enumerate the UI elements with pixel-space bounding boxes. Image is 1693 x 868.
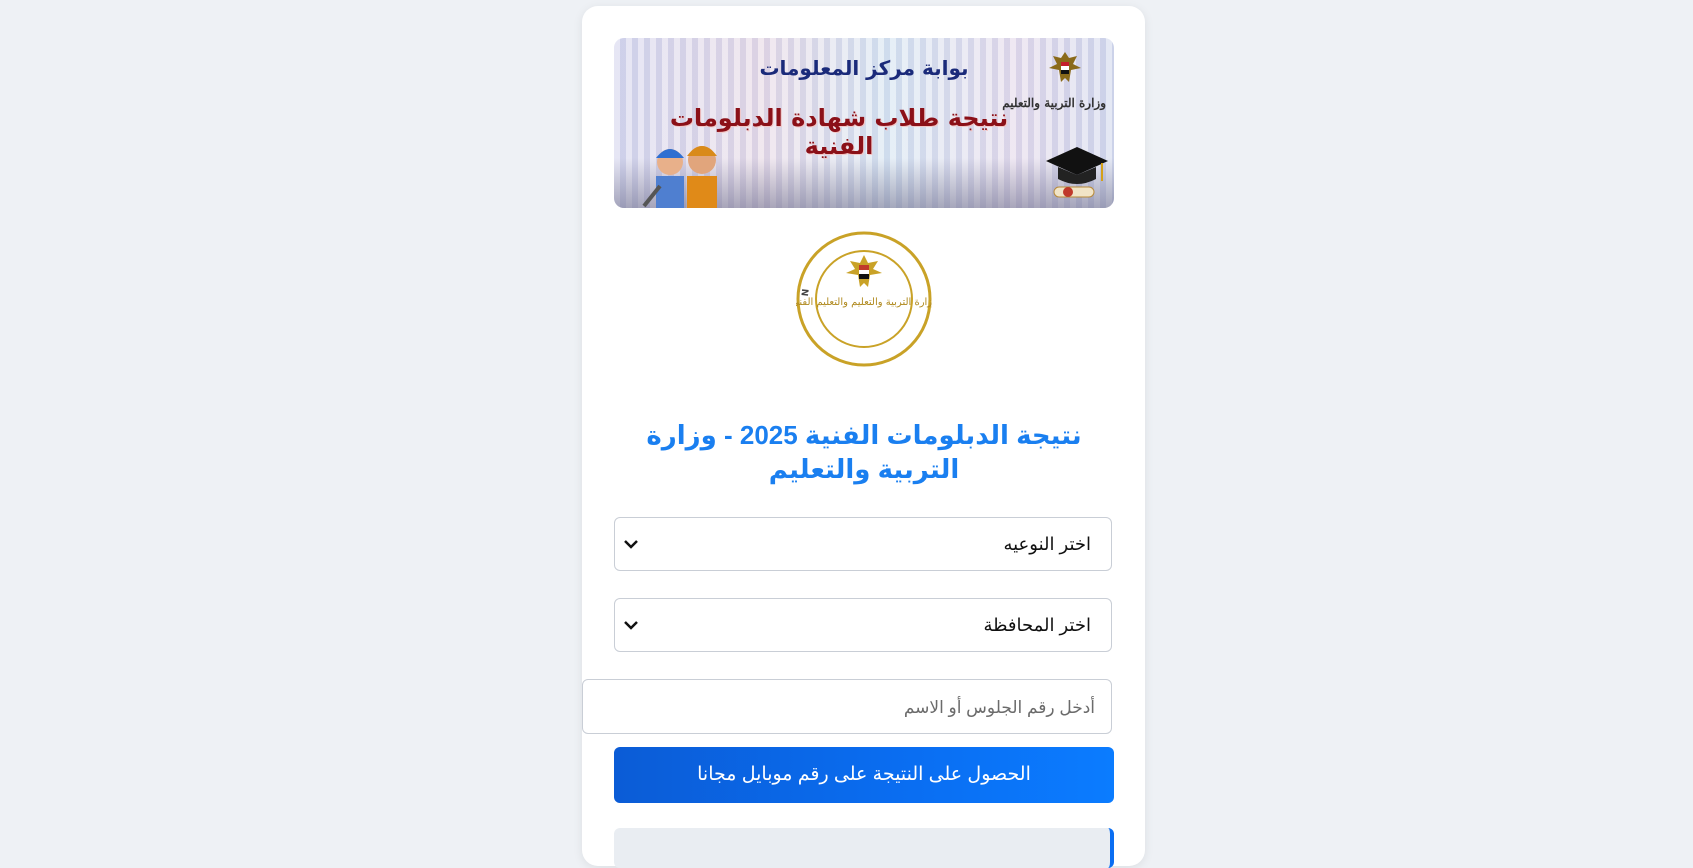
banner-ministry-text: وزارة التربية والتعليم (1002, 96, 1106, 110)
type-select[interactable]: اختر النوعيه (614, 517, 1112, 571)
ministry-seal-icon: MINISTRY OF EDUCATION AND TECHNICAL EDUC… (796, 231, 932, 367)
search-input[interactable]: أدخل رقم الجلوس أو الاسم (582, 679, 1112, 734)
graduation-cap-icon (1046, 147, 1108, 198)
page-title: نتيجة الدبلومات الفنية 2025 - وزارة التر… (646, 420, 1082, 484)
eagle-emblem-icon (1034, 48, 1096, 130)
seal-arabic-text: وزارة التربية والتعليم والتعليم الفني (796, 297, 932, 308)
chevron-down-icon (624, 540, 638, 549)
chevron-down-icon (624, 621, 638, 630)
type-select-label: اختر النوعيه (1003, 534, 1091, 554)
governorate-select-label: اختر المحافظة (983, 615, 1091, 635)
result-card: بوابة مركز المعلومات نتيجة طلاب شهادة ال… (582, 6, 1145, 868)
workers-illustration-icon (642, 146, 717, 208)
governorate-select[interactable]: اختر المحافظة (614, 598, 1112, 652)
search-input-placeholder: أدخل رقم الجلوس أو الاسم (903, 698, 1095, 717)
mobile-result-button[interactable]: الحصول على النتيجة على رقم موبايل مجانا (614, 747, 1114, 803)
next-section-bar (614, 828, 1114, 868)
header-banner: بوابة مركز المعلومات نتيجة طلاب شهادة ال… (614, 38, 1114, 208)
